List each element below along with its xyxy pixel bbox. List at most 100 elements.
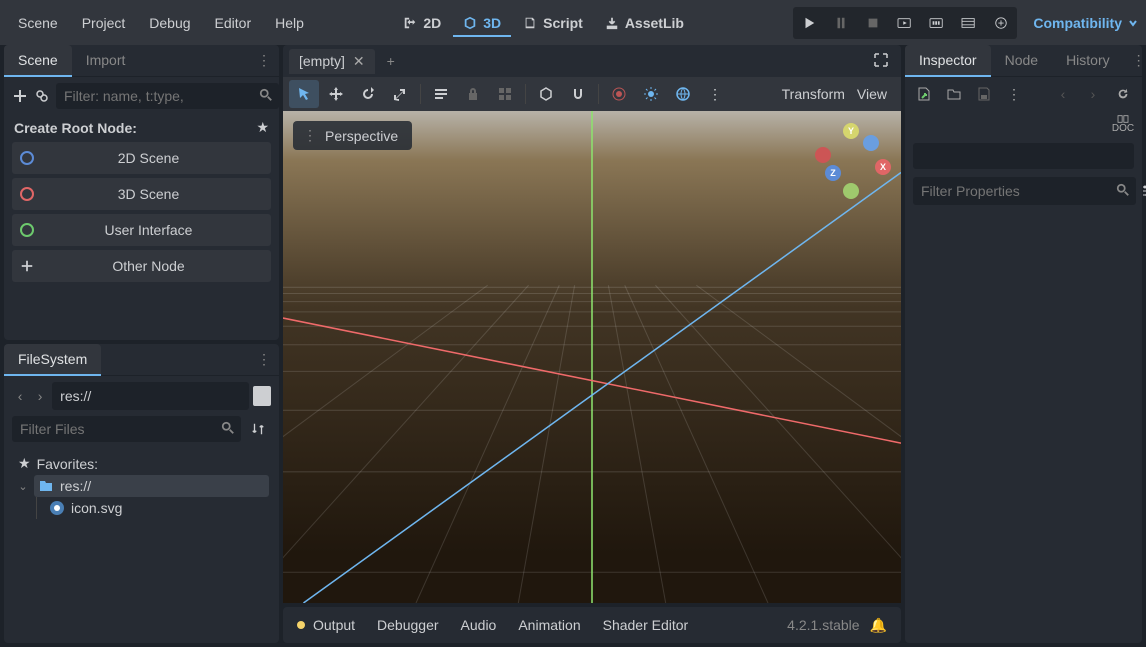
property-filter-input[interactable] <box>913 183 1110 199</box>
inspector-extra-options-icon[interactable]: ⋮ <box>1003 83 1025 105</box>
view-menu[interactable]: View <box>857 86 887 102</box>
load-resource-button[interactable] <box>943 83 965 105</box>
search-icon <box>253 88 279 105</box>
play-button[interactable] <box>797 11 821 35</box>
renderer-dropdown[interactable]: Compatibility <box>1033 15 1138 31</box>
movie-maker-button[interactable] <box>957 11 981 35</box>
perspective-menu[interactable]: ⋮ Perspective <box>293 121 412 150</box>
viewport-options-icon[interactable]: ⋮ <box>700 80 730 108</box>
fs-favorites-header[interactable]: ★ Favorites: <box>14 452 269 475</box>
workspace-2d[interactable]: 2D <box>393 9 451 37</box>
tab-node[interactable]: Node <box>991 45 1052 77</box>
3d-viewport[interactable]: ⋮ Perspective Y X Z <box>283 111 901 603</box>
bottom-panel: Output Debugger Audio Animation Shader E… <box>283 607 901 643</box>
expand-viewport-icon[interactable] <box>867 52 895 71</box>
tab-output[interactable]: Output <box>313 617 355 633</box>
menu-debug[interactable]: Debug <box>139 11 200 35</box>
workspace-3d[interactable]: 3D <box>453 9 511 37</box>
fs-back-button[interactable]: ‹ <box>12 388 28 404</box>
search-icon <box>215 421 241 438</box>
scene-tab-empty[interactable]: [empty] ✕ <box>289 49 375 74</box>
workspace-script[interactable]: Script <box>513 9 593 37</box>
history-forward-button[interactable]: › <box>1082 83 1104 105</box>
workspace-script-label: Script <box>543 15 583 31</box>
save-resource-button[interactable] <box>973 83 995 105</box>
history-refresh-button[interactable] <box>1112 83 1134 105</box>
fs-sort-button[interactable] <box>245 416 271 442</box>
perspective-label: Perspective <box>325 128 398 144</box>
tab-import[interactable]: Import <box>72 45 140 77</box>
tab-animation[interactable]: Animation <box>518 617 580 633</box>
tab-inspector[interactable]: Inspector <box>905 45 991 77</box>
search-icon <box>1110 183 1136 200</box>
menu-help[interactable]: Help <box>265 11 314 35</box>
edited-object-field[interactable] <box>913 143 1134 169</box>
local-space-tool[interactable] <box>531 80 561 108</box>
play-custom-scene-button[interactable] <box>925 11 949 35</box>
camera-override-tool[interactable] <box>604 80 634 108</box>
fs-view-toggle[interactable] <box>253 386 271 406</box>
stop-button[interactable] <box>861 11 885 35</box>
fs-filter-input[interactable] <box>12 416 215 442</box>
scale-tool[interactable] <box>385 80 415 108</box>
pause-button[interactable] <box>829 11 853 35</box>
fs-dock-options-icon[interactable]: ⋮ <box>249 351 279 368</box>
fs-root-item[interactable]: res:// <box>34 475 269 497</box>
inspector-dock: Inspector Node History ⋮ ⋮ ‹ › DOC <box>905 45 1142 643</box>
favorite-icon[interactable]: ★ <box>256 119 269 136</box>
list-select-tool[interactable] <box>426 80 456 108</box>
environment-preview-tool[interactable] <box>668 80 698 108</box>
tab-audio[interactable]: Audio <box>461 617 497 633</box>
renderer-label: Compatibility <box>1033 15 1122 31</box>
new-tab-button[interactable]: + <box>379 53 403 69</box>
history-back-button[interactable]: ‹ <box>1052 83 1074 105</box>
create-3d-scene-button[interactable]: 3D Scene <box>12 178 271 210</box>
add-node-button[interactable] <box>12 83 28 109</box>
menu-project[interactable]: Project <box>72 11 136 35</box>
create-2d-scene-button[interactable]: 2D Scene <box>12 142 271 174</box>
main-menu-bar: Scene Project Debug Editor Help 2D 3D Sc… <box>0 0 1146 45</box>
fs-collapse-toggle[interactable]: ⌄ <box>14 480 32 493</box>
fs-root-label: res:// <box>60 478 91 494</box>
fs-forward-button[interactable]: › <box>32 388 48 404</box>
snap-tool[interactable] <box>563 80 593 108</box>
notification-bell-icon[interactable]: 🔔 <box>870 617 887 634</box>
instance-scene-button[interactable] <box>34 83 50 109</box>
play-scene-button[interactable] <box>893 11 917 35</box>
remote-debug-button[interactable] <box>989 11 1013 35</box>
run-bar <box>793 7 1017 39</box>
fs-path-input[interactable] <box>52 382 249 410</box>
group-tool[interactable] <box>490 80 520 108</box>
create-other-node-button[interactable]: Other Node <box>12 250 271 282</box>
fs-file-label: icon.svg <box>71 500 122 516</box>
close-tab-icon[interactable]: ✕ <box>353 53 365 70</box>
workspace-assetlib-label: AssetLib <box>625 15 684 31</box>
tab-debugger[interactable]: Debugger <box>377 617 439 633</box>
move-tool[interactable] <box>321 80 351 108</box>
tab-scene[interactable]: Scene <box>4 45 72 77</box>
lock-tool[interactable] <box>458 80 488 108</box>
property-settings-button[interactable] <box>1140 177 1146 205</box>
workspace-2d-label: 2D <box>423 15 441 31</box>
select-tool[interactable] <box>289 80 319 108</box>
menu-editor[interactable]: Editor <box>205 11 262 35</box>
inspector-dock-options-icon[interactable]: ⋮ <box>1124 52 1146 69</box>
scene-filter-input[interactable] <box>56 83 253 109</box>
tab-filesystem[interactable]: FileSystem <box>4 344 101 376</box>
fs-file-item[interactable]: icon.svg <box>45 497 269 519</box>
rotate-tool[interactable] <box>353 80 383 108</box>
create-ui-button[interactable]: User Interface <box>12 214 271 246</box>
tab-history[interactable]: History <box>1052 45 1124 77</box>
transform-menu[interactable]: Transform <box>782 86 845 102</box>
workspace-assetlib[interactable]: AssetLib <box>595 9 694 37</box>
dock-options-icon[interactable]: ⋮ <box>249 52 279 69</box>
menu-scene[interactable]: Scene <box>8 11 68 35</box>
tab-shader-editor[interactable]: Shader Editor <box>603 617 689 633</box>
sun-preview-tool[interactable] <box>636 80 666 108</box>
open-docs-button[interactable]: DOC <box>1112 113 1134 135</box>
output-indicator-icon <box>297 621 305 629</box>
version-label: 4.2.1.stable <box>787 617 859 633</box>
filesystem-dock: FileSystem ⋮ ‹ › ★ Favorites: <box>4 344 279 643</box>
orientation-gizmo[interactable]: Y X Z <box>811 121 891 201</box>
new-resource-button[interactable] <box>913 83 935 105</box>
